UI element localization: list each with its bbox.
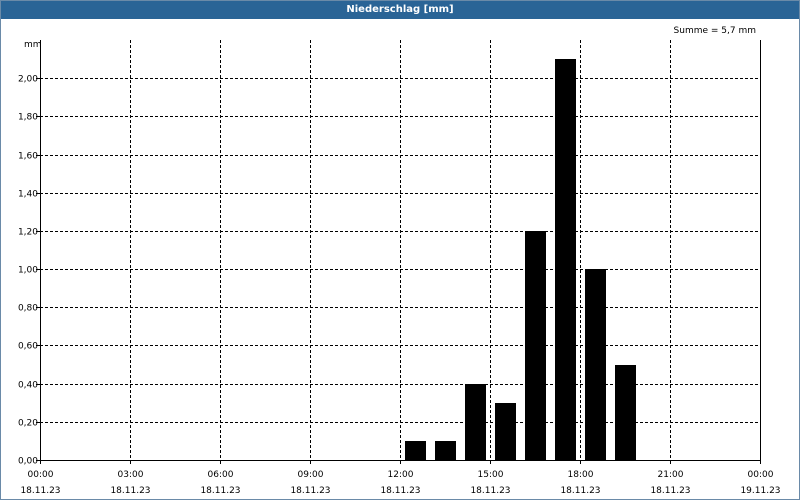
y-tick-label: 1,60 [18,152,38,162]
y-tick-label: 1,80 [18,113,38,123]
x-tick-time-label: 06:00 [208,470,234,480]
precipitation-chart: 0,00 0,20 0,40 0,60 0,80 1,00 1,20 1,40 1,60 1,80… [18,40,781,497]
x-tick-date-label: 18.11.23 [470,486,510,496]
y-tick-label: 0,00 [18,457,38,467]
bar [555,59,576,460]
bar [525,231,546,460]
x-tick-time-label: 09:00 [298,470,324,480]
x-tick-time-label: 12:00 [388,470,414,480]
y-tick-label: 1,00 [18,266,38,276]
x-tick-time-label: 03:00 [118,470,144,480]
bars [405,59,636,460]
x-tick-date-label: 18.11.23 [200,486,240,496]
x-tick-date-label: 18.11.23 [560,486,600,496]
bar [585,269,606,460]
y-tick-label: 0,40 [18,381,38,391]
bar [495,403,516,460]
bar [435,441,456,460]
bar [465,384,486,460]
x-tick-time-label: 18:00 [568,470,594,480]
y-tick-label: 1,20 [18,228,38,238]
x-tick-date-label: 19.11.23 [740,486,780,496]
y-tick-label: 0,80 [18,304,38,314]
axes [36,40,761,464]
x-tick-time-label: 00:00 [28,470,54,480]
tick-labels: 0,00 0,20 0,40 0,60 0,80 1,00 1,20 1,40 1,60 1,80… [18,75,781,497]
x-tick-date-label: 18.11.23 [290,486,330,496]
y-tick-label: 0,20 [18,419,38,429]
bar [405,441,426,460]
x-tick-date-label: 18.11.23 [110,486,150,496]
y-tick-label: 0,60 [18,342,38,352]
x-tick-time-label: 15:00 [478,470,504,480]
y-tick-label: 1,40 [18,190,38,200]
x-tick-date-label: 18.11.23 [650,486,690,496]
x-tick-date-label: 18.11.23 [20,486,60,496]
x-tick-time-label: 00:00 [748,470,774,480]
bar [615,365,636,460]
x-tick-time-label: 21:00 [658,470,684,480]
y-tick-label: 2,00 [18,75,38,85]
grid-lines [40,40,760,460]
x-tick-date-label: 18.11.23 [380,486,420,496]
